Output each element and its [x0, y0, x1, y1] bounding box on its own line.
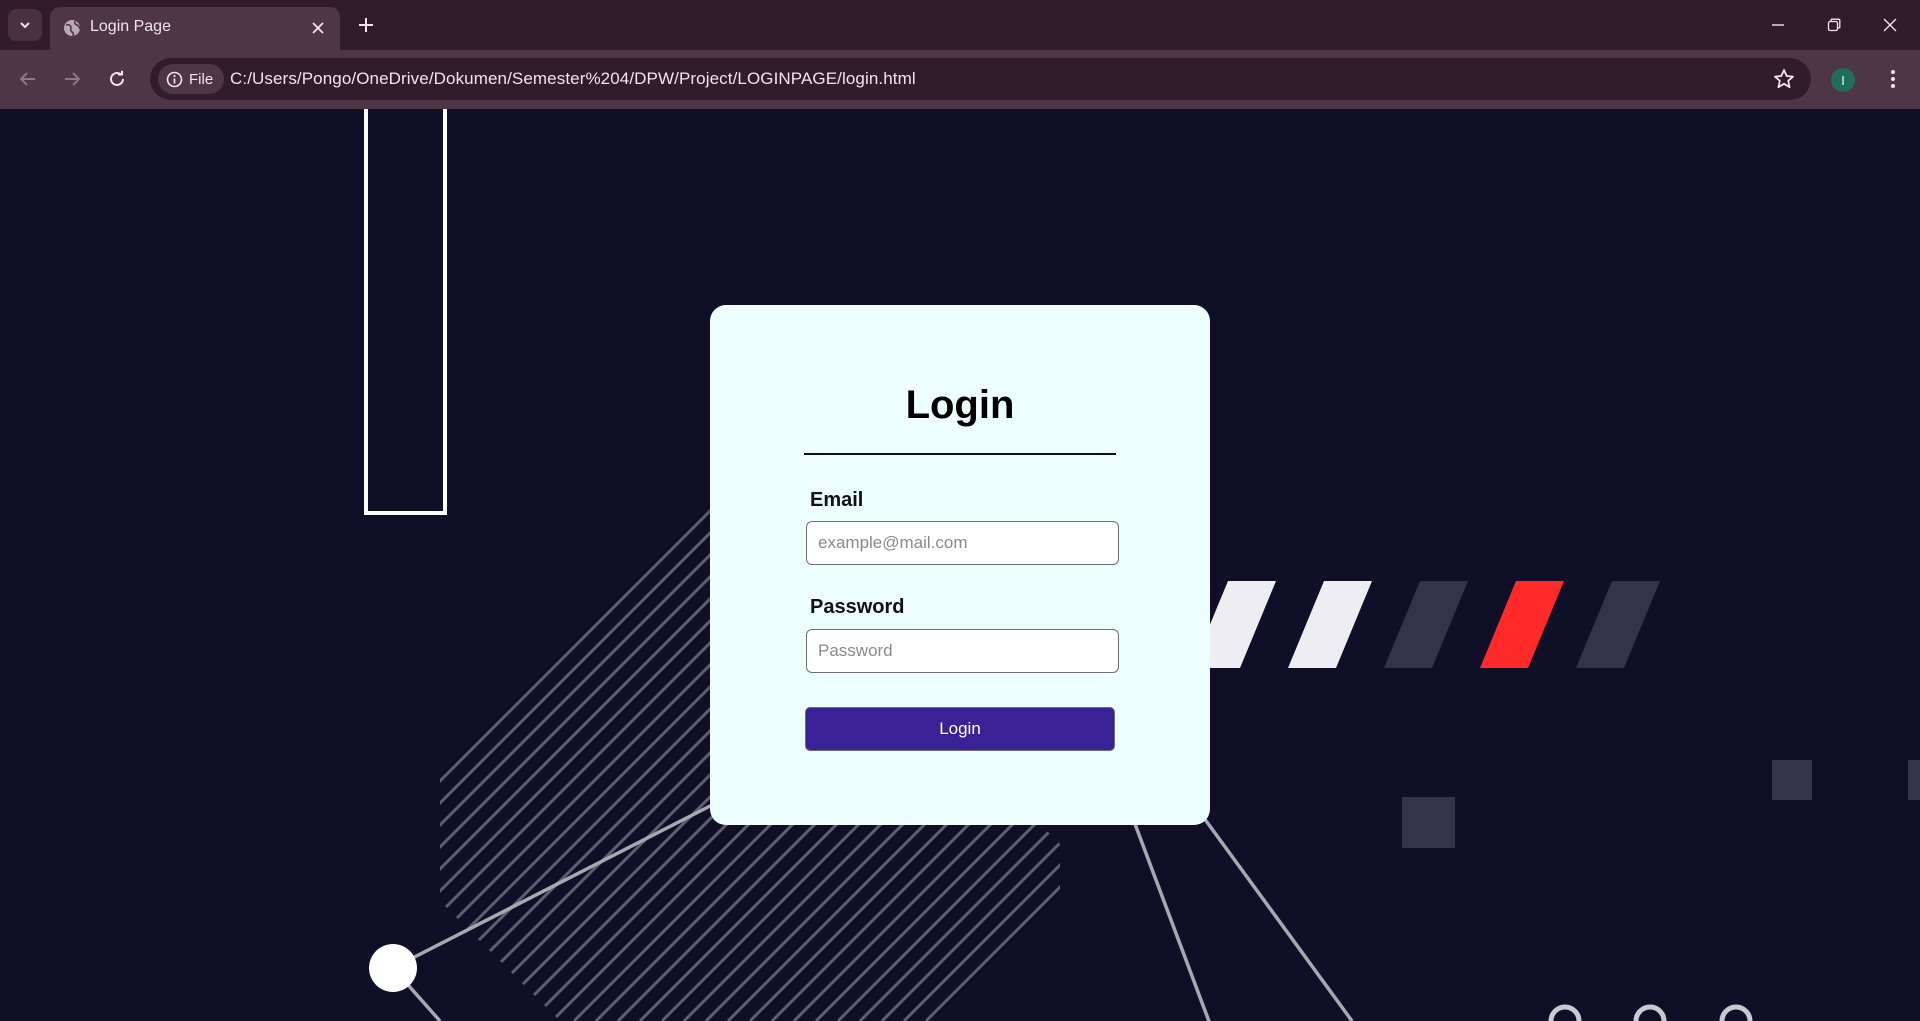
- square-small: [1772, 760, 1812, 800]
- login-title: Login: [905, 383, 1015, 427]
- tab-title: Login Page: [90, 18, 171, 35]
- login-button[interactable]: Login: [805, 707, 1115, 751]
- kebab-menu-icon: [1891, 70, 1895, 88]
- tab-login-page[interactable]: Login Page: [50, 7, 340, 50]
- tab-close-button[interactable]: [306, 16, 330, 40]
- new-tab-button[interactable]: [352, 11, 380, 39]
- minimize-icon: [1772, 24, 1784, 26]
- email-label: Email: [810, 489, 864, 511]
- site-info-label: File: [189, 70, 214, 88]
- close-icon: [312, 22, 324, 34]
- close-icon: [1883, 18, 1897, 32]
- info-icon: [166, 71, 183, 87]
- tab-bar: Login Page: [0, 0, 1920, 50]
- star-icon: [1774, 69, 1794, 89]
- profile-avatar[interactable]: I: [1831, 68, 1855, 92]
- browser-menu-button[interactable]: [1878, 64, 1908, 94]
- arrow-left-icon: [19, 72, 35, 86]
- restore-button[interactable]: [1806, 0, 1862, 50]
- reload-icon: [110, 70, 124, 86]
- arrow-right-icon: [65, 72, 81, 86]
- site-info-chip[interactable]: File: [158, 64, 224, 94]
- tab-list-button[interactable]: [8, 9, 42, 41]
- plus-icon: [359, 18, 373, 32]
- globe-icon: [64, 20, 81, 37]
- address-bar[interactable]: File C:/Users/Pongo/OneDrive/Dokumen/Sem…: [150, 58, 1811, 100]
- password-field[interactable]: [806, 629, 1119, 673]
- title-divider: [804, 453, 1116, 455]
- slanted-stripes: [1192, 581, 1660, 668]
- password-label: Password: [810, 596, 905, 618]
- bottom-rings: [1548, 1004, 1753, 1021]
- node-circle: [369, 944, 417, 992]
- minimize-button[interactable]: [1750, 0, 1806, 50]
- login-card: Login Email Password Login: [710, 305, 1210, 825]
- page-viewport: Login Email Password Login: [0, 109, 1920, 1021]
- restore-icon: [1827, 18, 1841, 32]
- back-button[interactable]: [12, 63, 44, 95]
- square-edge: [1908, 760, 1920, 800]
- forward-button[interactable]: [56, 63, 88, 95]
- bookmark-button[interactable]: [1771, 66, 1797, 92]
- square-large: [1402, 797, 1455, 848]
- close-window-button[interactable]: [1862, 0, 1918, 50]
- email-field[interactable]: [806, 521, 1119, 565]
- url-text[interactable]: C:/Users/Pongo/OneDrive/Dokumen/Semester…: [230, 69, 916, 89]
- reload-button[interactable]: [101, 63, 133, 95]
- outline-rectangle: [364, 109, 447, 515]
- chevron-down-icon: [20, 22, 30, 29]
- browser-toolbar: File C:/Users/Pongo/OneDrive/Dokumen/Sem…: [0, 50, 1920, 109]
